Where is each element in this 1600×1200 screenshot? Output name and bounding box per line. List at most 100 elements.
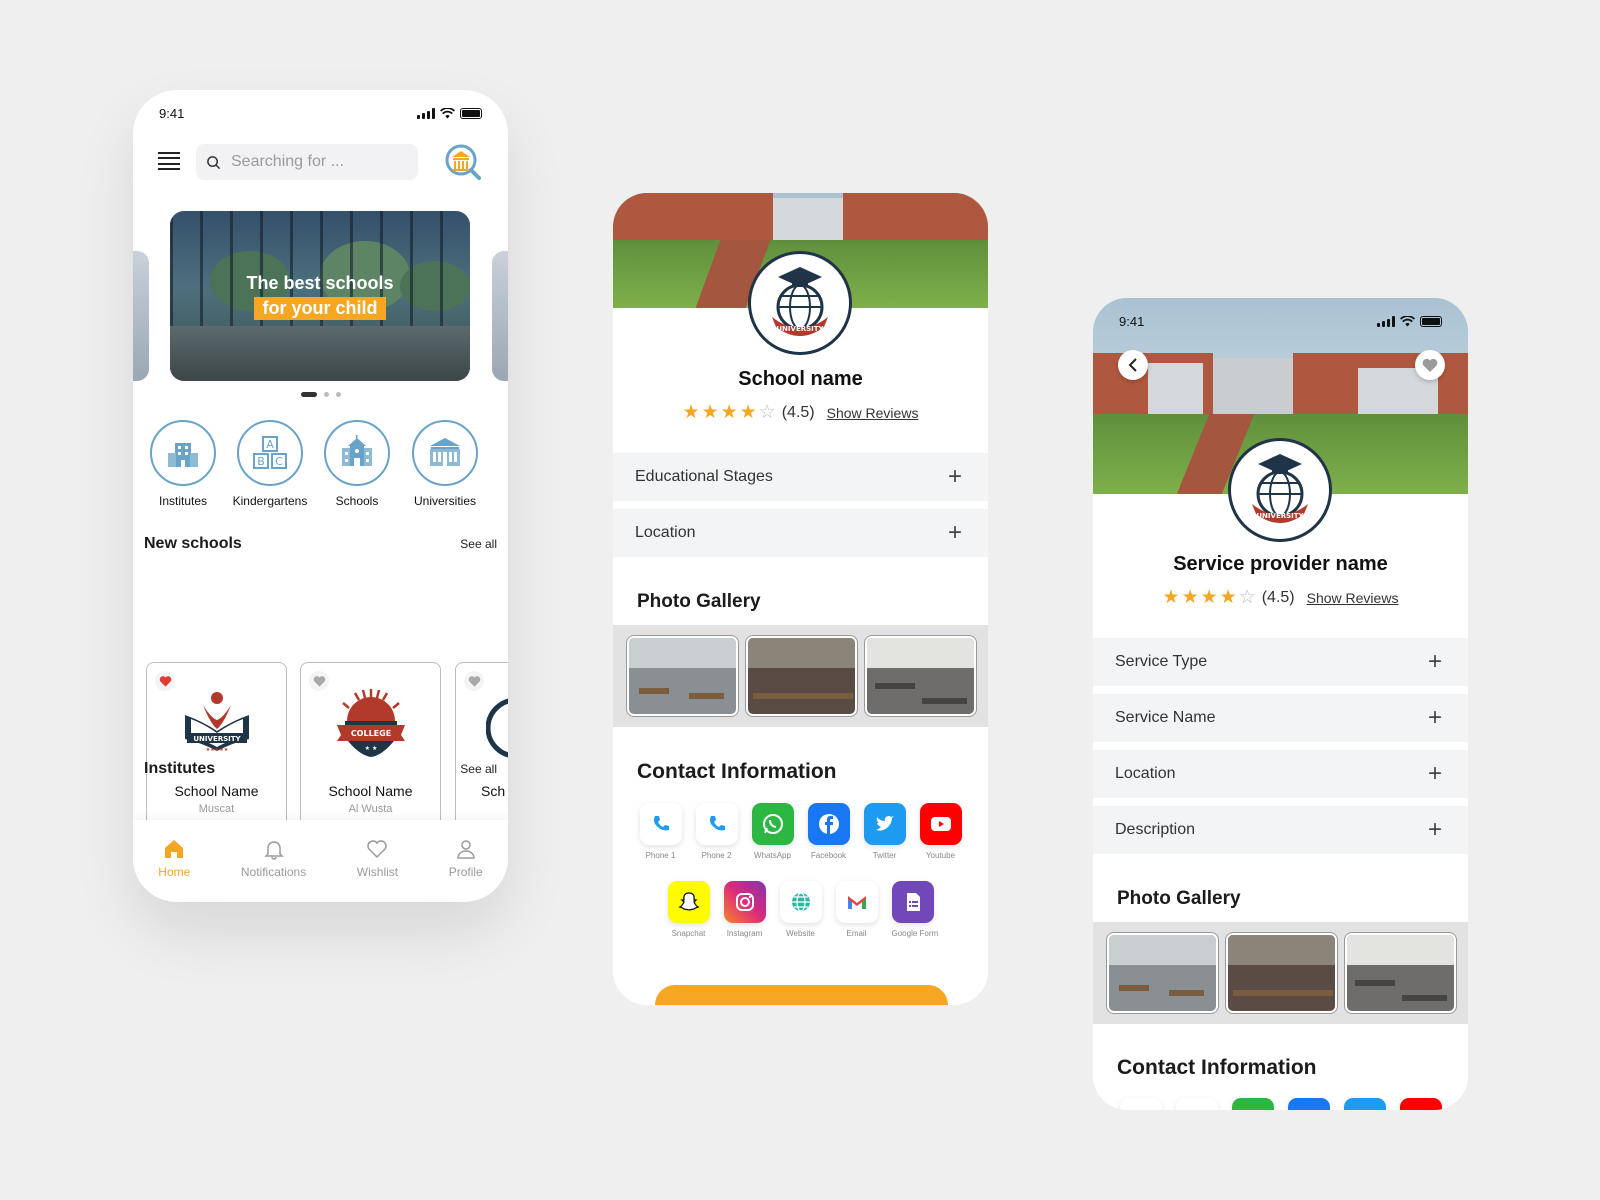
gallery-photo[interactable] [865, 636, 976, 716]
accordion-location[interactable]: Location + [613, 509, 988, 557]
twitter-icon [875, 816, 894, 831]
contact-email[interactable]: Email [835, 881, 878, 938]
contact-twitter[interactable] [1343, 1098, 1386, 1110]
contact-phone-1[interactable] [1119, 1098, 1162, 1110]
photo-gallery-title: Photo Gallery [637, 591, 761, 612]
facebook-icon [1287, 1098, 1330, 1110]
school-card[interactable]: Sch [455, 662, 508, 828]
bell-icon [263, 841, 284, 860]
contact-facebook[interactable]: Facebook [807, 803, 850, 860]
search-icon [207, 155, 221, 169]
contact-twitter[interactable]: Twitter [863, 803, 906, 860]
banner-highlight: for your child [254, 297, 386, 320]
phone-icon [1175, 1098, 1218, 1110]
facebook-icon [818, 814, 839, 834]
search-bar[interactable] [196, 144, 418, 180]
youtube-icon [1399, 1098, 1442, 1110]
gallery-photo[interactable] [746, 636, 857, 716]
abc-blocks-icon: AB C [253, 436, 287, 469]
contact-youtube[interactable]: Youtube [919, 803, 962, 860]
accordion-description[interactable]: Description + [1093, 806, 1468, 854]
gallery-photo[interactable] [627, 636, 738, 716]
school-card[interactable]: UNIVERSITY ★★★★★ School Name Muscat [146, 662, 287, 828]
category-kindergartens[interactable]: ABC Kindergartens [225, 420, 315, 508]
favorite-toggle[interactable] [155, 671, 175, 691]
provider-badge: UNIVERSITY [1228, 438, 1332, 542]
gallery-photo[interactable] [1107, 933, 1218, 1013]
see-all-link[interactable]: See all [460, 762, 497, 776]
tab-notifications[interactable]: Notifications [241, 838, 306, 902]
institutes-header: Institutes See all [144, 760, 497, 778]
battery-icon [460, 107, 482, 119]
plus-icon: + [1427, 760, 1442, 787]
heart-icon [468, 676, 480, 687]
accordion-location[interactable]: Location + [1093, 750, 1468, 798]
university-icon [430, 438, 460, 466]
system-icons [417, 107, 482, 119]
promo-carousel[interactable]: The best schools for your child [133, 211, 508, 381]
college-logo: COLLEGE ★ ★ [337, 689, 405, 757]
heart-icon [367, 840, 388, 859]
gallery-photo[interactable] [1226, 933, 1337, 1013]
instagram-icon [735, 893, 754, 911]
school-name: School Name [328, 783, 413, 799]
school-card[interactable]: COLLEGE ★ ★ School Name Al Wusta [300, 662, 441, 828]
contact-instagram[interactable]: Instagram [723, 881, 766, 938]
category-institutes[interactable]: Institutes [138, 420, 228, 508]
favorite-button[interactable] [1415, 350, 1445, 380]
promo-banner[interactable]: The best schools for your child [170, 211, 470, 381]
rating-row: ★★★★☆ (4.5) Show Reviews [613, 401, 988, 424]
accordion-educational-stages[interactable]: Educational Stages + [613, 453, 988, 501]
contact-phone-1[interactable]: Phone 1 [639, 803, 682, 860]
prev-slide[interactable] [133, 251, 149, 381]
accordion-service-type[interactable]: Service Type + [1093, 638, 1468, 686]
signal-icon [417, 107, 435, 119]
contact-youtube[interactable] [1399, 1098, 1442, 1110]
show-reviews-link[interactable]: Show Reviews [827, 405, 919, 421]
rating-value: (4.5) [1261, 588, 1295, 606]
rating-row: ★★★★☆ (4.5) Show Reviews [1093, 586, 1468, 609]
category-universities[interactable]: Universities [400, 420, 490, 508]
favorite-toggle[interactable] [464, 671, 484, 691]
logo-text: COLLEGE [351, 729, 391, 738]
section-title: New schools [144, 535, 242, 552]
phone-icon [1119, 1098, 1162, 1110]
search-input[interactable] [231, 153, 401, 171]
twitter-icon [1343, 1098, 1386, 1110]
tab-profile[interactable]: Profile [449, 838, 483, 902]
category-list: Institutes ABC Kindergartens Schools Uni… [133, 420, 508, 510]
tab-wishlist[interactable]: Wishlist [357, 838, 398, 902]
contact-title: Contact Information [1117, 1056, 1317, 1079]
bottom-tab-bar: Home Notifications Wishlist Profile [133, 820, 508, 902]
form-icon [906, 893, 920, 911]
school-detail-screen: UNIVERSITY School name ★★★★☆ (4.5) Show … [613, 193, 988, 1005]
user-icon [456, 840, 475, 859]
next-slide[interactable] [492, 251, 508, 381]
favorite-toggle[interactable] [309, 671, 329, 691]
contact-whatsapp[interactable] [1231, 1098, 1274, 1110]
category-schools[interactable]: Schools [312, 420, 402, 508]
carousel-indicator[interactable] [133, 392, 508, 397]
contact-snapchat[interactable]: Snapchat [667, 881, 710, 938]
contact-google-form[interactable]: Google Form [891, 881, 938, 938]
contact-whatsapp[interactable]: WhatsApp [751, 803, 794, 860]
contact-phone-2[interactable]: Phone 2 [695, 803, 738, 860]
primary-action-button[interactable] [655, 985, 948, 1005]
phone-icon [653, 816, 669, 831]
back-button[interactable] [1118, 350, 1148, 380]
contact-facebook[interactable] [1287, 1098, 1330, 1110]
show-reviews-link[interactable]: Show Reviews [1307, 590, 1399, 606]
contact-links-row: Phone 1 Phone 2 WhatsApp Facebook Twitte… [613, 803, 988, 860]
menu-icon[interactable] [158, 152, 180, 170]
contact-phone-2[interactable] [1175, 1098, 1218, 1110]
heart-icon [313, 676, 325, 687]
globe-icon [791, 892, 810, 912]
logo-text: UNIVERSITY [193, 735, 241, 743]
rating-value: (4.5) [781, 403, 815, 421]
gallery-photo[interactable] [1345, 933, 1456, 1013]
contact-website[interactable]: Website [779, 881, 822, 938]
see-all-link[interactable]: See all [460, 537, 497, 551]
accordion-service-name[interactable]: Service Name + [1093, 694, 1468, 742]
tab-home[interactable]: Home [158, 838, 190, 902]
app-logo-search-icon[interactable] [443, 142, 483, 182]
